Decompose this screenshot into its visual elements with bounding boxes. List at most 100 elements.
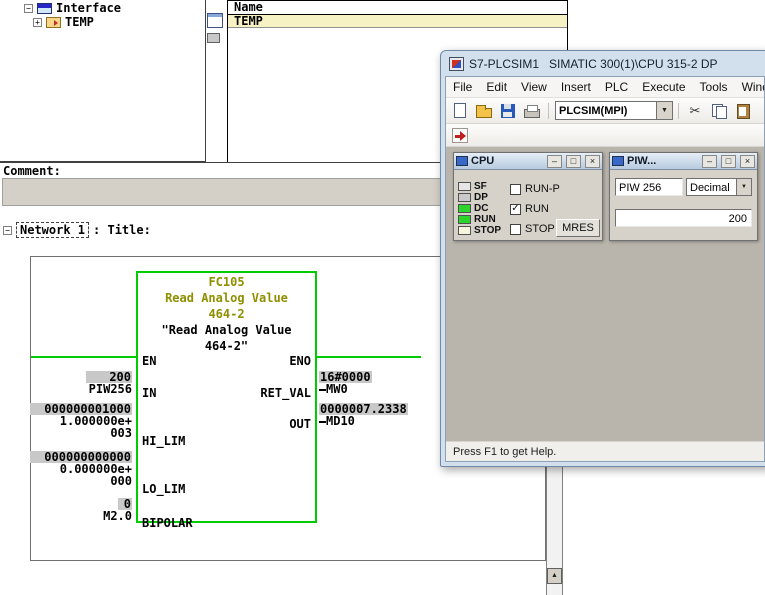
menu-edit[interactable]: Edit bbox=[479, 78, 514, 96]
stop-checkbox[interactable] bbox=[510, 224, 521, 235]
interface-icon bbox=[37, 3, 52, 14]
operand-address-hi-lim-line2: 003 bbox=[110, 426, 132, 440]
runp-checkbox[interactable] bbox=[510, 184, 521, 195]
tree-item-interface[interactable]: − Interface bbox=[0, 1, 205, 15]
piw-window-icon bbox=[612, 156, 624, 166]
cpu-minimize-button[interactable]: – bbox=[547, 155, 562, 168]
block-name: FC105 bbox=[138, 275, 315, 289]
led-row-stop: STOP bbox=[458, 225, 501, 236]
piw-titlebar[interactable]: PIW... – □ × bbox=[610, 153, 757, 170]
piw-subwindow: PIW... – □ × PIW 256 Decimal ▼ bbox=[609, 152, 758, 241]
dc-led bbox=[458, 204, 471, 213]
declaration-row-temp[interactable]: TEMP bbox=[228, 15, 567, 28]
run-led bbox=[458, 215, 471, 224]
save-icon bbox=[501, 104, 515, 118]
dropdown-arrow-icon[interactable]: ▼ bbox=[656, 102, 672, 119]
network-collapse-icon[interactable]: − bbox=[3, 226, 12, 235]
declaration-gutter bbox=[206, 0, 227, 162]
piw-close-button[interactable]: × bbox=[740, 155, 755, 168]
operand-hi-lim[interactable]: 000000001000 1.000000e+ 003 bbox=[30, 403, 132, 439]
runp-checkbox-label: RUN-P bbox=[525, 183, 560, 195]
save-button[interactable] bbox=[497, 100, 519, 121]
operand-bipolar[interactable]: 0 M2.0 bbox=[103, 498, 132, 522]
operand-address-in: PIW256 bbox=[89, 382, 132, 396]
open-button[interactable] bbox=[473, 100, 495, 121]
mdi-area: CPU – □ × SF DP bbox=[446, 147, 764, 441]
menu-file[interactable]: File bbox=[446, 78, 479, 96]
pin-hi-lim: HI_LIM bbox=[142, 434, 185, 448]
cpu-maximize-button[interactable]: □ bbox=[566, 155, 581, 168]
tree-label-interface: Interface bbox=[56, 1, 121, 15]
stop-checkbox-row: STOP bbox=[510, 223, 555, 235]
toolbar-separator bbox=[548, 103, 549, 119]
operand-ret-val[interactable]: 16#0000 MW0 bbox=[319, 371, 372, 395]
block-title-line2: 464-2 bbox=[138, 307, 315, 321]
cpu-titlebar[interactable]: CPU – □ × bbox=[454, 153, 602, 170]
led-row-run: RUN bbox=[458, 214, 496, 225]
cpu-subwindow: CPU – □ × SF DP bbox=[453, 152, 603, 241]
menu-view[interactable]: View bbox=[514, 78, 554, 96]
run-checkbox[interactable] bbox=[510, 204, 521, 215]
plcsim-client-area: File Edit View Insert PLC Execute Tools … bbox=[445, 76, 765, 462]
tree-item-temp[interactable]: + TEMP bbox=[0, 15, 205, 29]
menu-window[interactable]: Window bbox=[735, 78, 765, 96]
format-dropdown-arrow-icon[interactable]: ▼ bbox=[736, 179, 751, 195]
paste-icon bbox=[735, 103, 751, 118]
operand-address-ret-val: MW0 bbox=[326, 382, 348, 396]
cpu-body: SF DP DC RUN bbox=[454, 170, 602, 240]
new-file-icon bbox=[454, 103, 466, 118]
pin-in: IN bbox=[142, 386, 156, 400]
plcsim-window: S7-PLCSIM1 SIMATIC 300(1)\CPU 315-2 DP F… bbox=[440, 50, 765, 467]
block-symbol-line1: "Read Analog Value bbox=[138, 323, 315, 337]
collapse-icon[interactable]: − bbox=[24, 4, 33, 13]
declaration-sheet-icon bbox=[207, 13, 223, 28]
new-button[interactable] bbox=[449, 100, 471, 121]
plcsim-titlebar[interactable]: S7-PLCSIM1 SIMATIC 300(1)\CPU 315-2 DP bbox=[445, 51, 765, 76]
dp-led-label: DP bbox=[474, 192, 488, 203]
sf-led bbox=[458, 182, 471, 191]
piw-address-input[interactable]: PIW 256 bbox=[615, 178, 683, 196]
operand-in[interactable]: 200 PIW256 bbox=[86, 371, 132, 395]
expand-icon[interactable]: + bbox=[33, 18, 42, 27]
piw-value-field[interactable]: 200 bbox=[615, 209, 752, 227]
piw-format-select[interactable]: Decimal ▼ bbox=[686, 178, 752, 196]
print-icon bbox=[524, 109, 540, 118]
operand-out[interactable]: 0000007.2338 MD10 bbox=[319, 403, 408, 427]
run-led-label: RUN bbox=[474, 214, 496, 225]
cut-button[interactable]: ✂ bbox=[684, 100, 706, 121]
menu-insert[interactable]: Insert bbox=[554, 78, 598, 96]
stop-led-label: STOP bbox=[474, 225, 501, 236]
print-button[interactable] bbox=[521, 100, 543, 121]
menu-execute[interactable]: Execute bbox=[635, 78, 692, 96]
pin-bipolar: BIPOLAR bbox=[142, 516, 193, 530]
fc105-block[interactable]: FC105 Read Analog Value 464-2 "Read Anal… bbox=[136, 271, 317, 523]
network-title[interactable]: Network 1 bbox=[16, 222, 89, 238]
copy-button[interactable] bbox=[708, 100, 730, 121]
operand-lo-lim[interactable]: 000000000000 0.000000e+ 000 bbox=[30, 451, 132, 487]
plcsim-app-icon bbox=[449, 57, 464, 71]
power-rail-left bbox=[31, 356, 136, 358]
status-bar: Press F1 to get Help. bbox=[446, 441, 764, 461]
run-checkbox-row: RUN bbox=[510, 203, 549, 215]
mres-button[interactable]: MRES bbox=[556, 219, 600, 237]
pin-eno: ENO bbox=[289, 354, 311, 368]
block-symbol-line2: 464-2" bbox=[138, 339, 315, 353]
menu-tools[interactable]: Tools bbox=[693, 78, 735, 96]
pin-out: OUT bbox=[289, 417, 311, 431]
column-header-name[interactable]: Name bbox=[228, 1, 567, 15]
toolbar-simulation bbox=[446, 124, 764, 147]
scroll-arrow-icon: ▲ bbox=[551, 572, 558, 579]
simulation-toggle-button[interactable] bbox=[449, 125, 471, 146]
menu-plc[interactable]: PLC bbox=[598, 78, 635, 96]
copy-icon bbox=[711, 103, 727, 118]
declaration-marker-icon bbox=[207, 33, 220, 43]
paste-button[interactable] bbox=[732, 100, 754, 121]
window-title: S7-PLCSIM1 SIMATIC 300(1)\CPU 315-2 DP bbox=[469, 57, 718, 71]
piw-maximize-button[interactable]: □ bbox=[721, 155, 736, 168]
scrollbar-button[interactable]: ▲ bbox=[547, 568, 562, 584]
piw-minimize-button[interactable]: – bbox=[702, 155, 717, 168]
stop-led bbox=[458, 226, 471, 235]
operand-address-lo-lim-line2: 000 bbox=[110, 474, 132, 488]
mpi-interface-selector[interactable]: PLCSIM(MPI) ▼ bbox=[555, 101, 673, 120]
cpu-close-button[interactable]: × bbox=[585, 155, 600, 168]
